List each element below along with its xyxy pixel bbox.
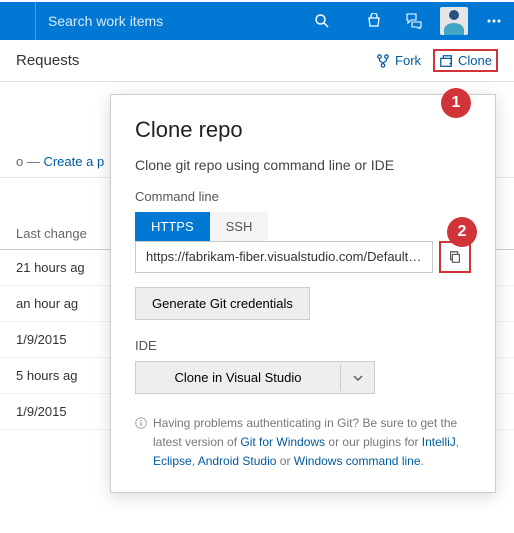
link-android-studio[interactable]: Android Studio: [198, 454, 277, 468]
fork-button[interactable]: Fork: [370, 49, 427, 72]
link-git-windows[interactable]: Git for Windows: [240, 435, 325, 449]
url-row: https://fabrikam-fiber.visualstudio.com/…: [135, 241, 471, 273]
topbar: [0, 0, 514, 40]
flyout-title: Clone repo: [135, 117, 471, 143]
ide-button-group: Clone in Visual Studio: [135, 361, 375, 394]
tab-ssh[interactable]: SSH: [210, 212, 269, 241]
copy-button[interactable]: [444, 246, 466, 268]
avatar[interactable]: [434, 1, 474, 41]
protocol-tabs: HTTPS SSH: [135, 212, 471, 241]
shop-icon[interactable]: [354, 1, 394, 41]
fork-icon: [376, 54, 390, 68]
clone-flyout: Clone repo Clone git repo using command …: [110, 94, 496, 493]
search-icon[interactable]: [302, 1, 342, 41]
info-icon: [135, 416, 147, 472]
link-intellij[interactable]: IntelliJ: [422, 435, 456, 449]
ide-dropdown-button[interactable]: [340, 365, 374, 391]
copy-icon: [448, 250, 462, 264]
list-header-label: Last change: [16, 226, 87, 241]
help-text: Having problems authenticating in Git? B…: [135, 414, 471, 472]
search-wrap: [36, 2, 354, 40]
breadcrumb-link[interactable]: Create a p: [43, 154, 104, 169]
chevron-down-icon: [353, 373, 363, 383]
ide-label: IDE: [135, 338, 471, 353]
search-input[interactable]: [48, 13, 302, 29]
clone-url-input[interactable]: https://fabrikam-fiber.visualstudio.com/…: [135, 241, 433, 273]
cmdline-label: Command line: [135, 189, 471, 204]
generate-credentials-button[interactable]: Generate Git credentials: [135, 287, 310, 320]
subbar-actions: Fork Clone: [370, 49, 498, 72]
topbar-left-divider: [0, 2, 36, 40]
callout-2: 2: [447, 217, 477, 247]
callout-1: 1: [441, 88, 471, 118]
flyout-desc: Clone git repo using command line or IDE: [135, 157, 471, 173]
more-icon[interactable]: [474, 1, 514, 41]
link-windows-cmd[interactable]: Windows command line: [294, 454, 421, 468]
clone-button[interactable]: Clone: [433, 49, 498, 72]
subbar: Requests Fork Clone: [0, 40, 514, 82]
clone-label: Clone: [458, 53, 492, 68]
feedback-icon[interactable]: [394, 1, 434, 41]
link-eclipse[interactable]: Eclipse: [153, 454, 192, 468]
breadcrumb-prefix: o —: [16, 154, 40, 169]
clone-in-vs-button[interactable]: Clone in Visual Studio: [136, 362, 340, 393]
fork-label: Fork: [395, 53, 421, 68]
clone-icon: [439, 54, 453, 68]
tab-https[interactable]: HTTPS: [135, 212, 210, 241]
page-title: Requests: [16, 52, 79, 69]
